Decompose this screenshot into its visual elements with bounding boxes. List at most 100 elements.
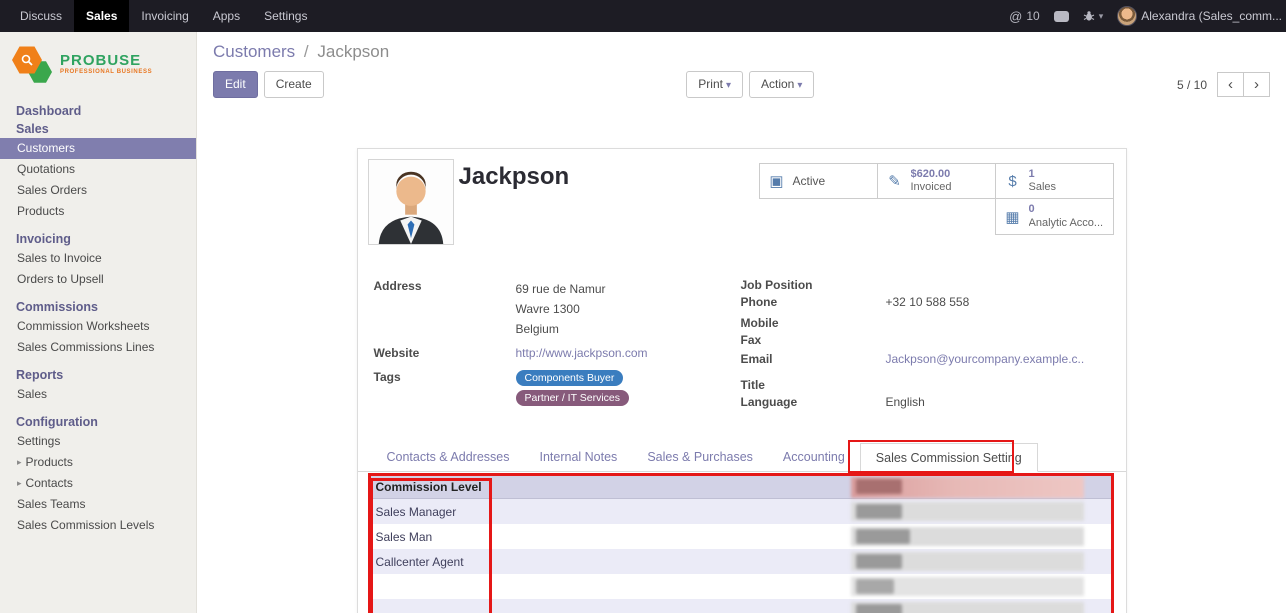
tab-accounting[interactable]: Accounting (768, 443, 860, 471)
sidebar-item-commission-worksheets[interactable]: Commission Worksheets (0, 316, 196, 337)
action-dropdown[interactable]: Action▾ (749, 71, 814, 98)
record-sheet: Jackpson ▣ Active ✎ $620.00 Invoiced (357, 148, 1127, 613)
sidebar-section-commissions[interactable]: Commissions (0, 298, 196, 316)
sidebar-section-sales[interactable]: Sales (0, 120, 196, 138)
stat-button-invoiced[interactable]: ✎ $620.00 Invoiced (877, 163, 996, 199)
edit-button[interactable]: Edit (213, 71, 258, 97)
table-row-callcenter-agent[interactable]: Callcenter Agent (371, 549, 1111, 574)
messages-button[interactable] (1054, 11, 1069, 22)
sidebar-section-configuration[interactable]: Configuration (0, 413, 196, 431)
breadcrumb: Customers / Jackpson (213, 42, 1270, 62)
stat-button-analytic-accounts[interactable]: ▦ 0 Analytic Acco... (995, 198, 1114, 235)
menu-settings[interactable]: Settings (252, 0, 319, 32)
phone-field: Phone +32 10 588 558 (741, 295, 1113, 312)
top-menu-bar: Discuss Sales Invoicing Apps Settings (0, 0, 319, 32)
tab-sales-commission-setting[interactable]: Sales Commission Setting (860, 443, 1038, 472)
active-toggle-icon: ▣ (768, 172, 786, 190)
table-header-row: Commission Level (371, 476, 1111, 499)
commission-level-cell: Callcenter Agent (376, 555, 464, 569)
print-action-group: Print▾ Action▾ (324, 71, 1177, 98)
customer-photo[interactable] (368, 159, 454, 245)
sidebar-item-orders-to-upsell[interactable]: Orders to Upsell (0, 269, 196, 290)
language-value[interactable]: English (886, 395, 1113, 409)
stat-text: $620.00 Invoiced (911, 168, 952, 194)
sidebar-item-quotations[interactable]: Quotations (0, 159, 196, 180)
sidebar-item-sales-orders[interactable]: Sales Orders (0, 180, 196, 201)
language-label: Language (741, 395, 886, 409)
table-row-sales-manager[interactable]: Sales Manager (371, 499, 1111, 524)
stat-text: 0 Analytic Acco... (1029, 203, 1104, 229)
stat-button-active[interactable]: ▣ Active (759, 163, 878, 199)
language-field: Language English (741, 395, 1113, 412)
sales-count: 1 (1029, 168, 1057, 181)
sidebar-item-products[interactable]: Products (0, 201, 196, 222)
sidebar-item-sales-commission-levels[interactable]: Sales Commission Levels (0, 515, 196, 536)
sidebar-item-sales-to-invoice[interactable]: Sales to Invoice (0, 248, 196, 269)
phone-value[interactable]: +32 10 588 558 (886, 295, 1113, 309)
address-field: Address 69 rue de Namur Wavre 1300 Belgi… (374, 279, 714, 339)
commission-level-column-header[interactable]: Commission Level (376, 480, 482, 494)
table-row-empty (371, 599, 1111, 613)
tags-field: Tags Components Buyer Partner / IT Servi… (374, 370, 714, 406)
menu-apps[interactable]: Apps (201, 0, 252, 32)
tab-contacts-addresses[interactable]: Contacts & Addresses (372, 443, 525, 471)
logo-icon (12, 44, 54, 84)
breadcrumb-customers-link[interactable]: Customers (213, 42, 295, 61)
tag-partner-it-services[interactable]: Partner / IT Services (516, 390, 630, 406)
sidebar-item-sales-teams[interactable]: Sales Teams (0, 494, 196, 515)
pager-value: 5 / 10 (1177, 78, 1207, 92)
address-line-2: Wavre 1300 (516, 299, 606, 319)
commission-level-cell: Sales Man (376, 530, 433, 544)
logo-text: PROBUSE PROFESSIONAL BUSINESS (60, 53, 152, 76)
address-label: Address (374, 279, 516, 339)
table-row-sales-man[interactable]: Sales Man (371, 524, 1111, 549)
menu-invoicing[interactable]: Invoicing (129, 0, 200, 32)
stat-text: 1 Sales (1029, 168, 1057, 194)
sidebar: PROBUSE PROFESSIONAL BUSINESS Dashboard … (0, 32, 197, 613)
sidebar-item-label: Products (26, 455, 73, 470)
sidebar-section-reports[interactable]: Reports (0, 366, 196, 384)
action-label: Action (761, 77, 794, 91)
print-dropdown[interactable]: Print▾ (686, 71, 743, 98)
tab-internal-notes[interactable]: Internal Notes (524, 443, 632, 471)
analytic-label: Analytic Acco... (1029, 217, 1104, 230)
fax-field: Fax (741, 333, 1113, 350)
pager-next-button[interactable]: › (1243, 72, 1270, 97)
mobile-field: Mobile (741, 316, 1113, 333)
control-panel-buttons: Edit Create Print▾ Action▾ 5 / 10 ‹ › (213, 71, 1270, 98)
form-view: Jackpson ▣ Active ✎ $620.00 Invoiced (197, 130, 1286, 613)
mobile-label: Mobile (741, 316, 886, 330)
user-menu[interactable]: Alexandra (Sales_comm... (1117, 6, 1282, 26)
sidebar-item-customers[interactable]: Customers (0, 138, 196, 159)
sidebar-section-dashboard[interactable]: Dashboard (0, 102, 196, 120)
tags-label: Tags (374, 370, 516, 406)
sidebar-item-config-products[interactable]: ▸ Products (0, 452, 196, 473)
mentions-button[interactable]: @ 10 (1009, 9, 1040, 24)
app-logo[interactable]: PROBUSE PROFESSIONAL BUSINESS (0, 32, 196, 100)
notebook-tabs: Contacts & Addresses Internal Notes Sale… (358, 443, 1126, 472)
stat-button-sales[interactable]: $ 1 Sales (995, 163, 1114, 199)
email-link[interactable]: Jackpson@yourcompany.example.c.. (886, 352, 1113, 366)
menu-sales[interactable]: Sales (74, 0, 129, 32)
pager-previous-button[interactable]: ‹ (1217, 72, 1244, 97)
address-value[interactable]: 69 rue de Namur Wavre 1300 Belgium (516, 279, 606, 339)
edit-create-group: Edit Create (213, 71, 324, 97)
sidebar-item-reports-sales[interactable]: Sales (0, 384, 196, 405)
debug-menu-button[interactable]: ▾ (1083, 10, 1104, 22)
tab-sales-purchases[interactable]: Sales & Purchases (632, 443, 768, 471)
website-link[interactable]: http://www.jackpson.com (516, 346, 648, 360)
sidebar-item-label: Contacts (26, 476, 73, 491)
bug-icon (1083, 10, 1095, 22)
email-label: Email (741, 352, 886, 366)
sidebar-item-config-contacts[interactable]: ▸ Contacts (0, 473, 196, 494)
sidebar-item-settings[interactable]: Settings (0, 431, 196, 452)
sidebar-section-invoicing[interactable]: Invoicing (0, 230, 196, 248)
invoiced-label: Invoiced (911, 181, 952, 194)
sidebar-item-sales-commissions-lines[interactable]: Sales Commissions Lines (0, 337, 196, 358)
caret-down-icon: ▾ (1099, 11, 1104, 22)
create-button[interactable]: Create (264, 71, 324, 97)
menu-discuss[interactable]: Discuss (8, 0, 74, 32)
caret-down-icon: ▾ (726, 80, 731, 91)
expand-arrow-icon: ▸ (17, 455, 22, 470)
tag-components-buyer[interactable]: Components Buyer (516, 370, 624, 386)
